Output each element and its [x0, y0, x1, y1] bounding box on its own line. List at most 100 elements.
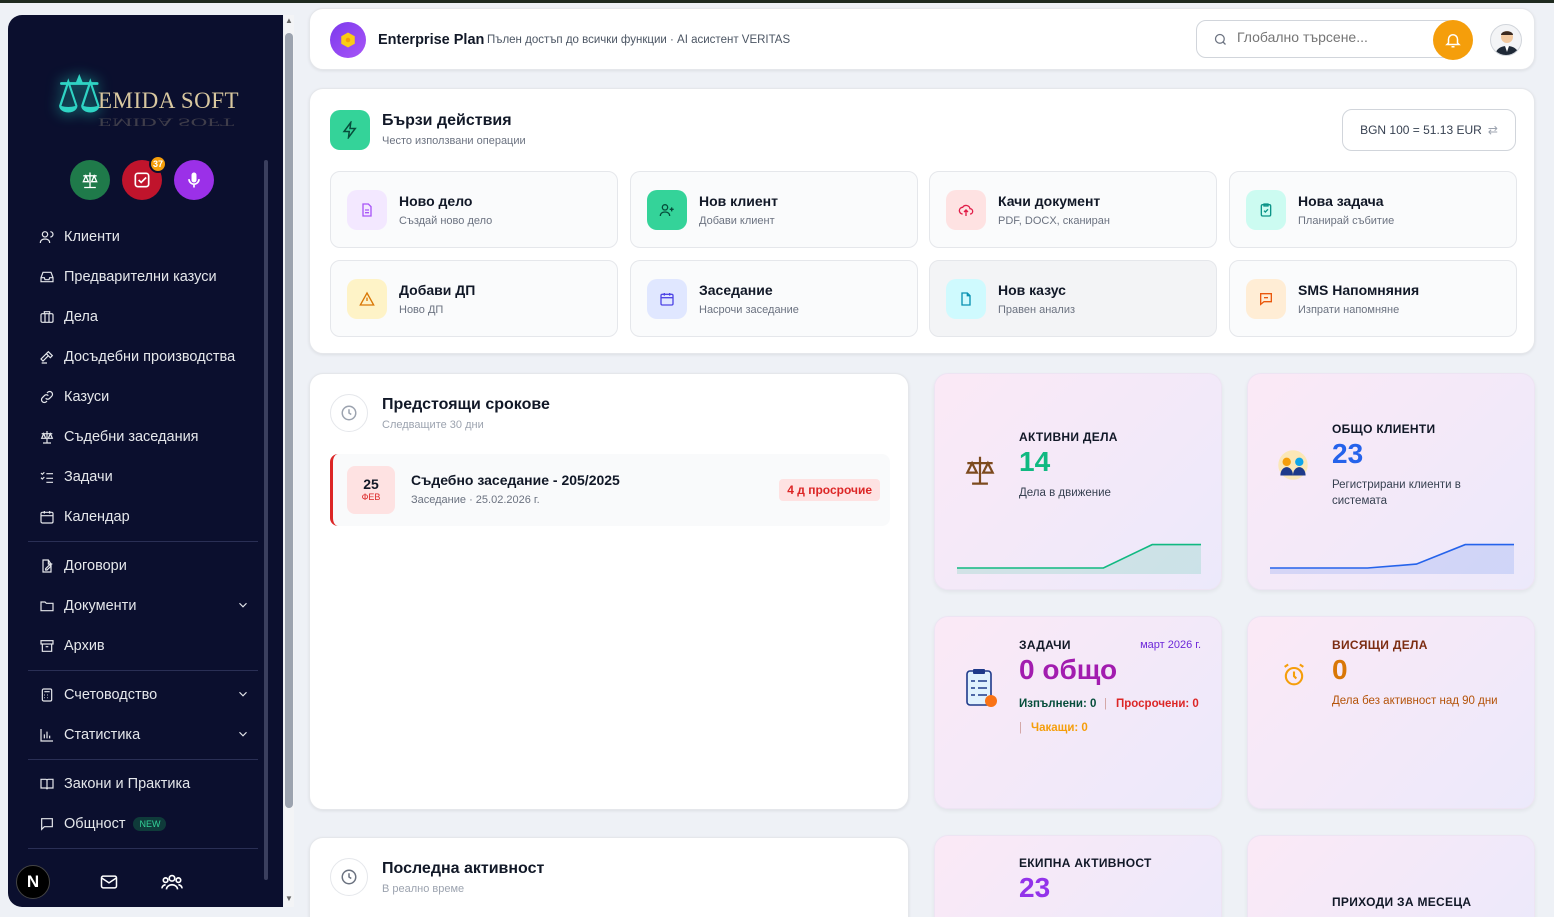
sidebar-scrollbar[interactable] — [264, 160, 268, 880]
sidebar-item-statistics[interactable]: Статистика — [28, 715, 258, 755]
new-client-tile[interactable]: Нов клиент Добави клиент — [630, 171, 918, 248]
book-icon — [40, 778, 54, 790]
quick-actions-panel: Бързи действия Често използвани операции… — [309, 88, 1535, 354]
tile-subtitle: Насрочи заседание — [699, 304, 799, 316]
monthly-income-card[interactable]: ПРИХОДИ ЗА МЕСЕЦА — [1247, 835, 1535, 917]
sidebar-item-label: Календар — [64, 509, 130, 525]
tile-title: Ново дело — [399, 193, 473, 209]
deadline-subtitle: Заседание · 25.02.2026 г. — [411, 494, 540, 506]
global-search[interactable] — [1196, 20, 1456, 58]
plan-subtitle: Пълен достъп до всички функции · AI асис… — [487, 34, 791, 46]
n-logo-button[interactable]: N — [16, 865, 50, 899]
tile-title: Заседание — [699, 282, 773, 298]
sidebar-item-laws[interactable]: Закони и Практика — [28, 764, 258, 804]
team-icon[interactable] — [160, 871, 184, 893]
calculator-icon — [41, 688, 53, 702]
sidebar-item-tasks[interactable]: Задачи — [28, 457, 258, 497]
mail-icon[interactable] — [98, 872, 120, 892]
currency-rate: BGN 100 = 51.13 EUR — [1360, 123, 1482, 137]
scroll-down-arrow[interactable]: ▼ — [285, 895, 293, 903]
microphone-button[interactable] — [174, 160, 214, 200]
new-task-tile[interactable]: Нова задача Планирай събитие — [1229, 171, 1517, 248]
clock-icon — [330, 394, 368, 432]
sidebar-item-community[interactable]: Общност NEW — [28, 804, 258, 844]
team-activity-card[interactable]: ЕКИПНА АКТИВНОСТ 23 — [934, 835, 1222, 917]
chevron-down-icon[interactable] — [236, 687, 250, 701]
user-avatar-icon — [1495, 31, 1519, 55]
sms-reminders-tile[interactable]: SMS Напомняния Изпрати напомняне — [1229, 260, 1517, 337]
upload-document-tile[interactable]: Качи документ PDF, DOCX, сканиран — [929, 171, 1217, 248]
tile-subtitle: Добави клиент — [699, 215, 775, 227]
sidebar-item-contracts[interactable]: Договори — [28, 546, 258, 586]
new-case-study-tile[interactable]: Нов казус Правен анализ — [929, 260, 1217, 337]
chevron-down-icon[interactable] — [236, 727, 250, 741]
tasks-done: Изпълнени: 0 — [1019, 698, 1097, 710]
sidebar-item-accounting[interactable]: Счетоводство — [28, 675, 258, 715]
deadline-item[interactable]: 25 ФЕВ Съдебно заседание - 205/2025 Засе… — [330, 454, 890, 526]
folder-icon — [40, 601, 54, 612]
sidebar-divider — [28, 759, 258, 760]
sidebar-item-documents[interactable]: Документи — [28, 586, 258, 626]
stat-description: Дела в движение — [1019, 487, 1111, 499]
sidebar-item-court-hearings[interactable]: Съдебни заседания — [28, 417, 258, 457]
tasks-card[interactable]: ЗАДАЧИ март 2026 г. 0 общо Изпълнени: 0 … — [934, 616, 1222, 809]
notification-badge: 37 — [149, 155, 167, 173]
chevron-down-icon[interactable] — [236, 598, 250, 612]
briefcase-icon — [40, 311, 54, 323]
scrollbar-thumb[interactable] — [285, 33, 293, 808]
sidebar-divider — [28, 541, 258, 542]
tile-title: Нов казус — [998, 282, 1066, 298]
bell-icon — [1445, 34, 1461, 48]
tile-title: Качи документ — [998, 193, 1101, 209]
warning-icon — [347, 279, 387, 319]
sidebar-item-pretrial[interactable]: Досъдебни производства — [28, 337, 258, 377]
clients-group-icon — [1272, 444, 1314, 494]
add-pretrial-tile[interactable]: Добави ДП Ново ДП — [330, 260, 618, 337]
currency-rate-button[interactable]: BGN 100 = 51.13 EUR ⇄ — [1342, 109, 1516, 151]
stat-value: 23 — [1019, 872, 1051, 903]
total-clients-card[interactable]: ОБЩО КЛИЕНТИ 23 Регистрирани клиенти в с… — [1247, 373, 1535, 590]
logo[interactable]: ⚖ EMIDA SOFT EMIDA SOFT — [48, 53, 248, 143]
hanging-cases-card[interactable]: ВИСЯЩИ ДЕЛА 0 Дела без активност над 90 … — [1247, 616, 1535, 809]
separator: | — [1019, 722, 1022, 734]
link-icon — [40, 390, 54, 404]
sidebar: ⚖ EMIDA SOFT EMIDA SOFT 37 Клиенти Предв… — [8, 15, 283, 907]
sparkline-area — [1270, 544, 1514, 574]
sidebar-item-clients[interactable]: Клиенти — [28, 217, 258, 257]
hearing-tile[interactable]: Заседание Насрочи заседание — [630, 260, 918, 337]
separator: | — [1104, 698, 1107, 710]
search-input[interactable] — [1237, 29, 1427, 45]
tasks-overdue: Просрочени: 0 — [1116, 698, 1199, 710]
brand-name: EMIDA SOFT — [98, 88, 240, 113]
main-scrollbar[interactable]: ▲ ▼ — [284, 15, 294, 907]
sidebar-item-label: Общност — [64, 816, 126, 832]
avatar[interactable] — [1490, 24, 1522, 56]
sidebar-item-preliminary-cases[interactable]: Предварителни казуси — [28, 257, 258, 297]
deadline-title: Съдебно заседание - 205/2025 — [411, 472, 620, 488]
header-bar: Enterprise Plan Пълен достъп до всички ф… — [309, 8, 1535, 70]
scales-icon — [961, 452, 999, 498]
sidebar-item-case-studies[interactable]: Казуси — [28, 377, 258, 417]
overdue-badge: 4 д просрочие — [779, 479, 880, 501]
inbox-icon — [40, 271, 54, 283]
calendar-icon — [40, 511, 54, 524]
scroll-up-arrow[interactable]: ▲ — [285, 17, 293, 25]
new-case-tile[interactable]: Ново дело Създай ново дело — [330, 171, 618, 248]
document-icon — [347, 190, 387, 230]
tasks-pending: Чакащи: 0 — [1031, 722, 1088, 734]
new-badge: NEW — [133, 817, 167, 831]
sidebar-item-archive[interactable]: Архив — [28, 626, 258, 666]
active-cases-card[interactable]: АКТИВНИ ДЕЛА 14 Дела в движение — [934, 373, 1222, 590]
sidebar-item-calendar[interactable]: Календар — [28, 497, 258, 537]
sidebar-item-cases[interactable]: Дела — [28, 297, 258, 337]
tasks-button[interactable]: 37 — [122, 155, 167, 200]
message-icon — [1246, 279, 1286, 319]
tile-title: Нова задача — [1298, 193, 1384, 209]
sidebar-item-label: Дела — [64, 309, 98, 325]
stat-label: ПРИХОДИ ЗА МЕСЕЦА — [1332, 895, 1472, 909]
notifications-button[interactable] — [1433, 20, 1473, 60]
deadlines-subtitle: Следващите 30 дни — [382, 419, 484, 431]
task-clipboard-icon — [961, 667, 1001, 719]
edit-document-icon — [42, 559, 53, 573]
scales-button[interactable] — [70, 160, 110, 200]
